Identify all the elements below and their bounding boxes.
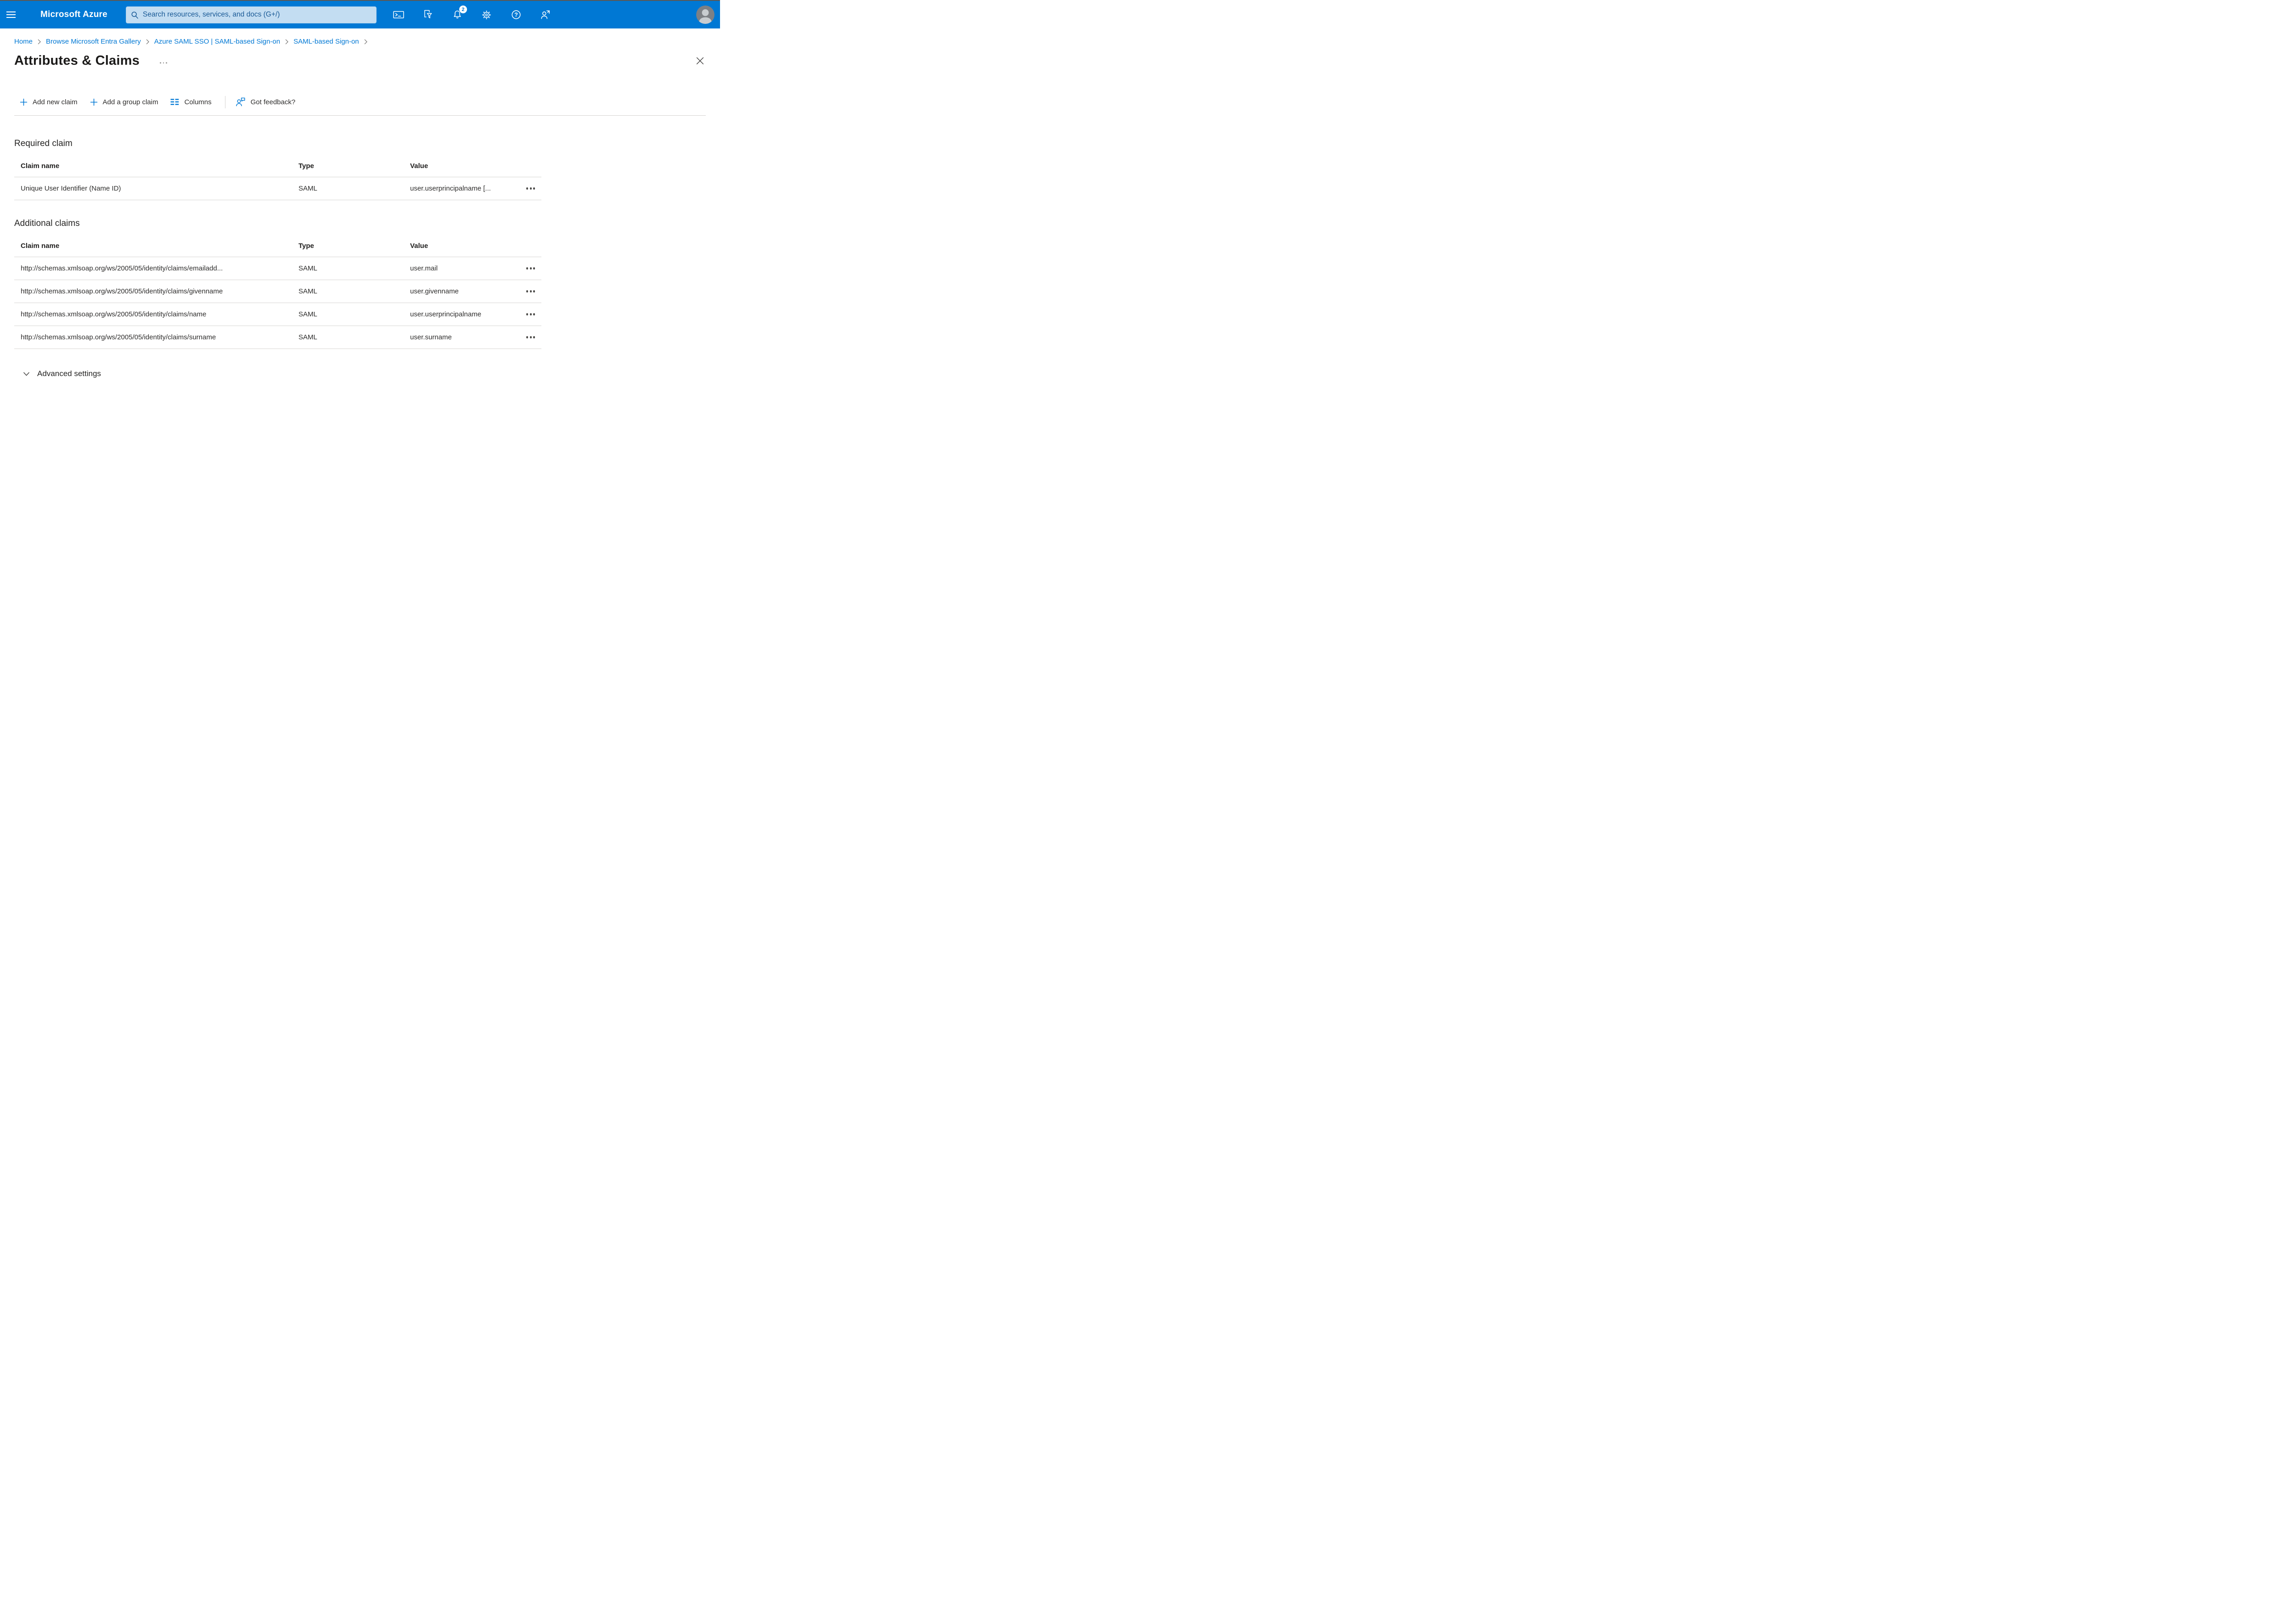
brand-title[interactable]: Microsoft Azure: [40, 10, 107, 20]
chevron-right-icon: [146, 39, 149, 45]
columns-button[interactable]: Columns: [170, 98, 212, 106]
claim-value-cell: user.userprincipalname: [410, 310, 482, 318]
person-arrow-icon: [541, 10, 550, 19]
row-more-options-button[interactable]: [526, 187, 541, 190]
avatar[interactable]: [696, 6, 715, 24]
feedback-person-icon: [236, 97, 245, 107]
table-row: http://schemas.xmlsoap.org/ws/2005/05/id…: [14, 280, 541, 303]
claim-type-cell: SAML: [298, 287, 317, 295]
plus-icon: [90, 98, 97, 106]
column-header-value: Value: [410, 162, 428, 170]
directory-filter-button[interactable]: [422, 9, 433, 20]
notifications-button[interactable]: 2: [452, 6, 467, 20]
svg-text:?: ?: [514, 11, 518, 18]
search-input[interactable]: [142, 11, 371, 19]
advanced-settings-label: Advanced settings: [37, 369, 101, 378]
ellipsis-icon: [526, 336, 528, 338]
topbar-icon-cluster: 2 ?: [393, 6, 551, 20]
settings-gear-icon: [482, 10, 491, 19]
help-icon: ?: [512, 10, 521, 19]
required-claim-heading: Required claim: [14, 139, 73, 148]
chevron-right-icon: [38, 39, 41, 45]
ellipsis-icon: [526, 313, 528, 315]
add-new-claim-label: Add new claim: [33, 98, 78, 106]
hamburger-menu-button[interactable]: [6, 1, 22, 28]
close-icon: [696, 57, 704, 64]
search-icon: [131, 11, 138, 19]
close-blade-button[interactable]: [694, 55, 706, 67]
claim-value-cell: user.givenname: [410, 287, 459, 295]
row-more-options-button[interactable]: [526, 336, 541, 338]
table-row: http://schemas.xmlsoap.org/ws/2005/05/id…: [14, 326, 541, 349]
column-header-claim-name: Claim name: [21, 242, 60, 250]
claim-name-cell: http://schemas.xmlsoap.org/ws/2005/05/id…: [21, 264, 223, 272]
command-toolbar: Add new claim Add a group claim Columns …: [14, 95, 706, 116]
claim-type-cell: SAML: [298, 310, 317, 318]
claim-value-cell: user.surname: [410, 333, 452, 341]
chevron-right-icon: [364, 39, 367, 45]
page-title: Attributes & Claims: [14, 53, 140, 68]
claim-name-cell: http://schemas.xmlsoap.org/ws/2005/05/id…: [21, 333, 216, 341]
table-header-row: Claim name Type Value: [14, 235, 541, 257]
page-header: Attributes & Claims: [14, 53, 706, 68]
additional-claims-heading: Additional claims: [14, 219, 80, 228]
claim-type-cell: SAML: [298, 185, 317, 192]
claim-name-cell: Unique User Identifier (Name ID): [21, 185, 121, 192]
breadcrumb-entra-gallery[interactable]: Browse Microsoft Entra Gallery: [46, 38, 141, 45]
cloud-shell-button[interactable]: [393, 9, 404, 20]
ellipsis-icon: [526, 187, 528, 190]
columns-label: Columns: [184, 98, 212, 106]
additional-claims-table: Claim name Type Value http://schemas.xml…: [14, 235, 541, 349]
row-more-options-button[interactable]: [526, 267, 541, 270]
required-claim-table: Claim name Type Value Unique User Identi…: [14, 155, 541, 200]
table-row: Unique User Identifier (Name ID) SAML us…: [14, 177, 541, 200]
title-more-options-button[interactable]: [159, 58, 167, 64]
breadcrumb-saml-based-signon[interactable]: SAML-based Sign-on: [293, 38, 359, 45]
plus-icon: [20, 98, 28, 106]
avatar-image: [696, 6, 715, 24]
table-row: http://schemas.xmlsoap.org/ws/2005/05/id…: [14, 257, 541, 280]
claim-value-cell: user.userprincipalname [...: [410, 185, 491, 192]
breadcrumb-home[interactable]: Home: [14, 38, 33, 45]
claim-name-cell: http://schemas.xmlsoap.org/ws/2005/05/id…: [21, 310, 207, 318]
breadcrumb-azure-saml-sso[interactable]: Azure SAML SSO | SAML-based Sign-on: [154, 38, 280, 45]
claim-type-cell: SAML: [298, 264, 317, 272]
notification-badge: 2: [459, 6, 467, 13]
azure-topbar: Microsoft Azure 2: [0, 1, 720, 28]
add-group-claim-label: Add a group claim: [102, 98, 158, 106]
column-header-type: Type: [298, 242, 314, 250]
table-header-row: Claim name Type Value: [14, 155, 541, 177]
columns-icon: [170, 99, 179, 105]
got-feedback-button[interactable]: Got feedback?: [236, 97, 296, 107]
row-more-options-button[interactable]: [526, 290, 541, 293]
add-group-claim-button[interactable]: Add a group claim: [90, 98, 158, 106]
breadcrumb: Home Browse Microsoft Entra Gallery Azur…: [14, 38, 720, 45]
settings-button[interactable]: [481, 9, 492, 20]
claim-name-cell: http://schemas.xmlsoap.org/ws/2005/05/id…: [21, 287, 223, 295]
column-header-claim-name: Claim name: [21, 162, 60, 170]
chevron-down-icon: [23, 372, 30, 376]
cloud-shell-icon: [393, 11, 404, 18]
ellipsis-icon: [526, 290, 528, 293]
ellipsis-icon: [159, 62, 161, 64]
global-search-box[interactable]: [125, 6, 377, 23]
row-more-options-button[interactable]: [526, 313, 541, 315]
got-feedback-label: Got feedback?: [250, 98, 296, 106]
column-header-value: Value: [410, 242, 428, 250]
advanced-settings-expander[interactable]: Advanced settings: [23, 369, 101, 378]
table-row: http://schemas.xmlsoap.org/ws/2005/05/id…: [14, 303, 541, 326]
claim-type-cell: SAML: [298, 333, 317, 341]
feedback-button[interactable]: [540, 9, 551, 20]
claim-value-cell: user.mail: [410, 264, 438, 272]
help-button[interactable]: ?: [511, 9, 522, 20]
hamburger-menu-icon: [6, 11, 16, 12]
chevron-right-icon: [285, 39, 288, 45]
add-new-claim-button[interactable]: Add new claim: [20, 98, 78, 106]
ellipsis-icon: [526, 267, 528, 270]
column-header-type: Type: [298, 162, 314, 170]
directory-filter-icon: [424, 10, 432, 18]
